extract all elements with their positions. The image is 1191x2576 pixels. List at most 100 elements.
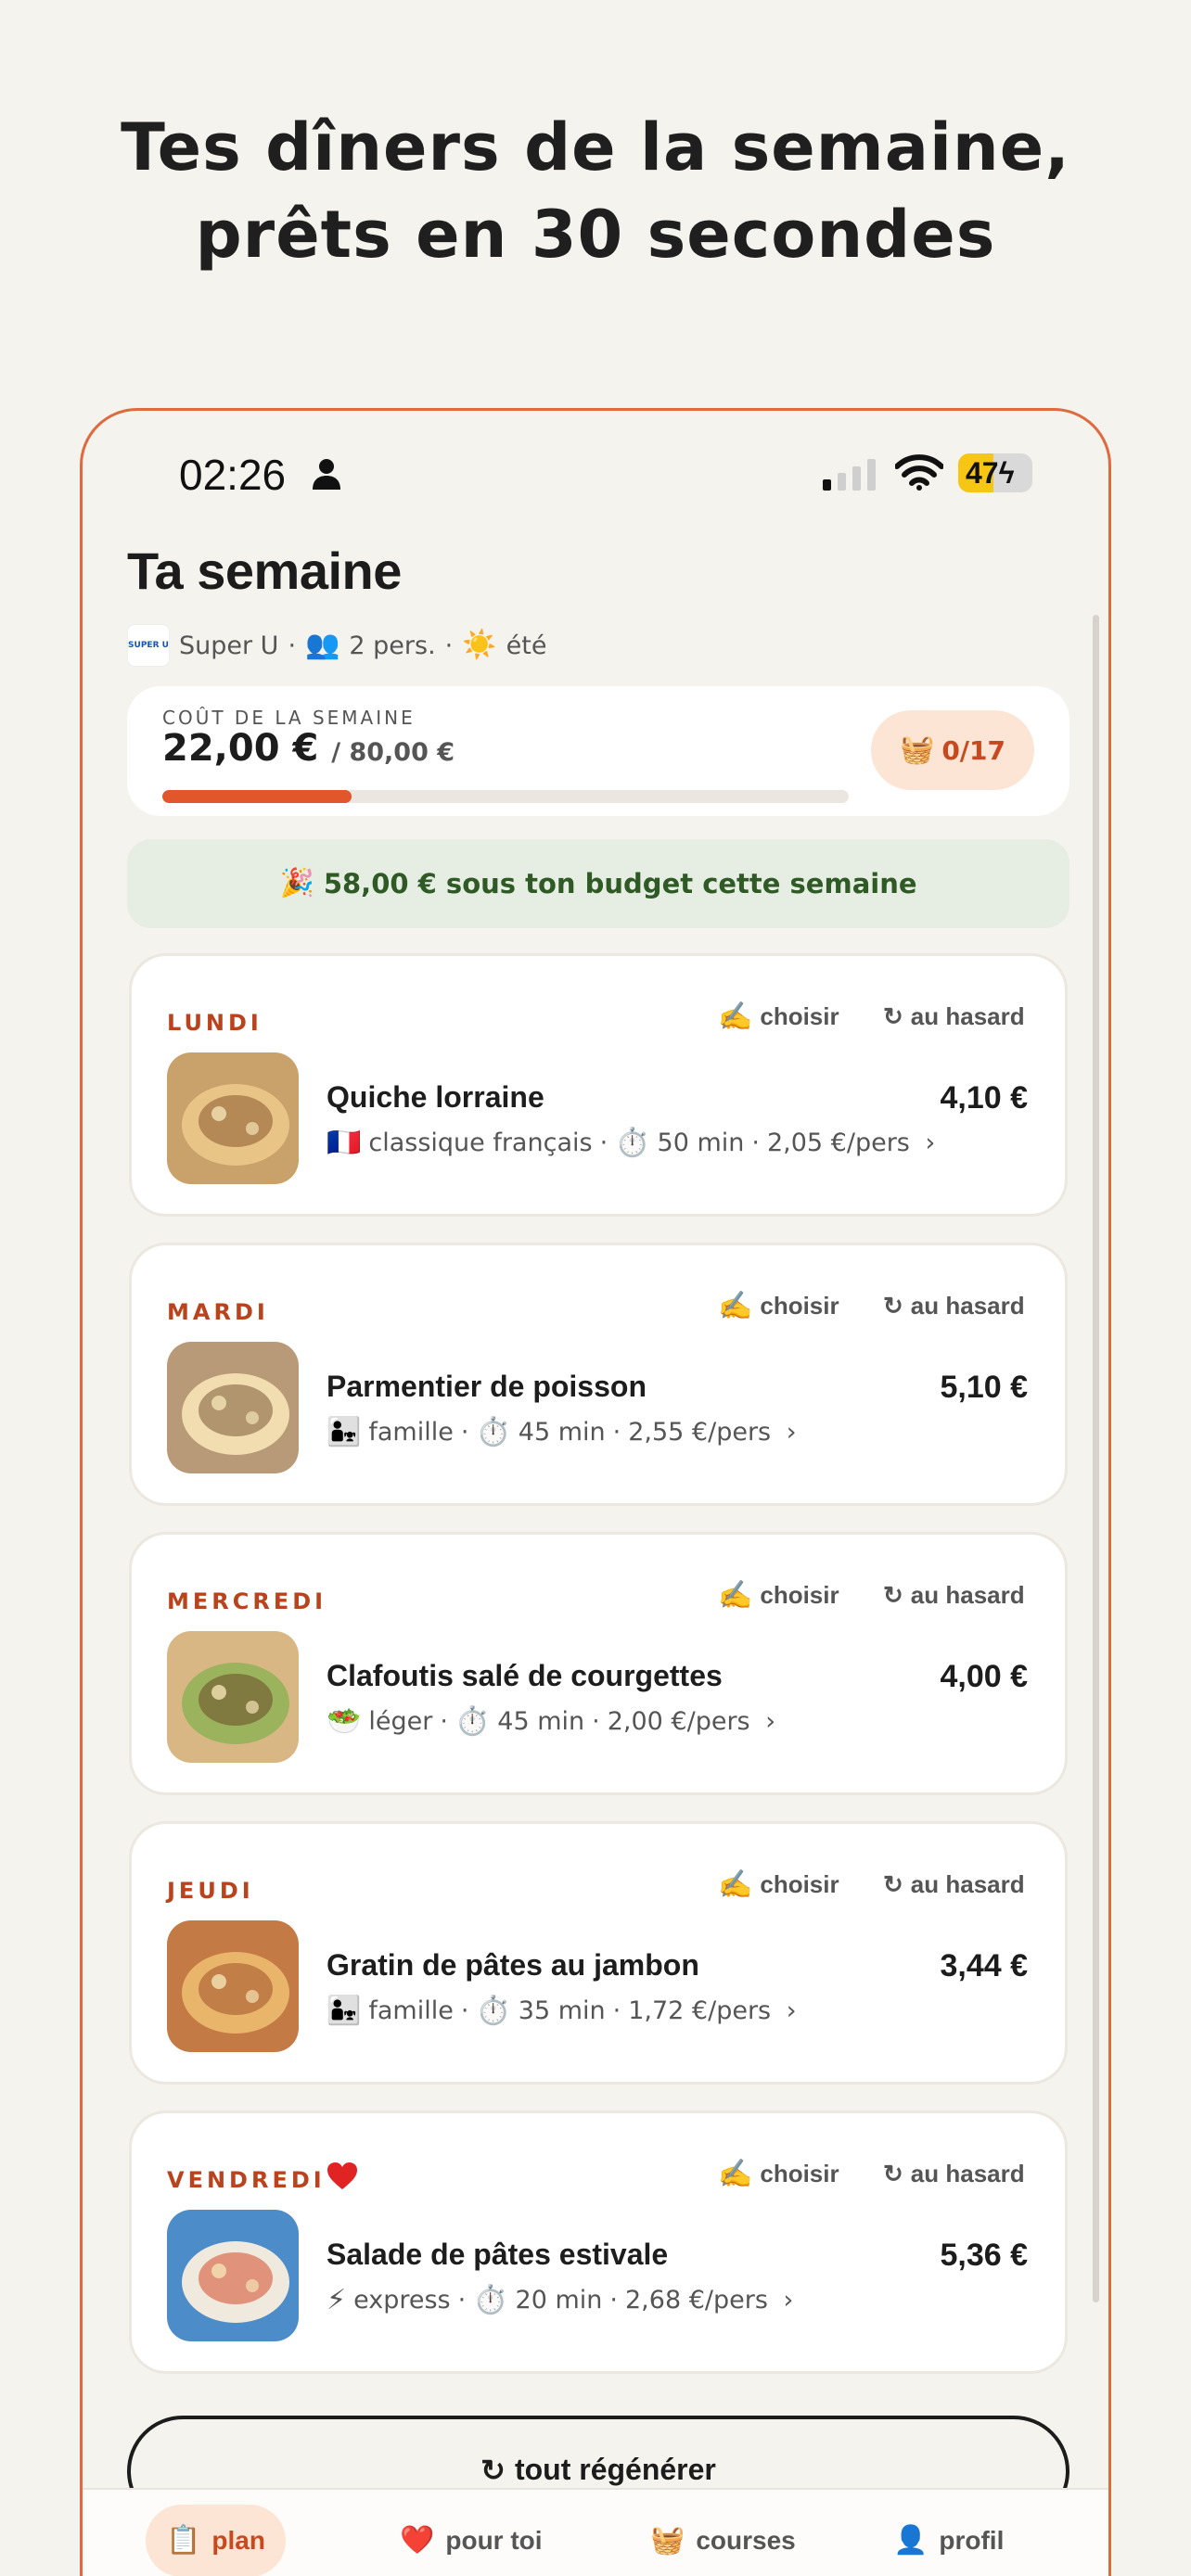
random-recipe-button[interactable]: ↻ au hasard <box>883 1870 1025 1899</box>
random-recipe-button[interactable]: ↻ au hasard <box>883 1292 1025 1320</box>
day-card-mercredi[interactable]: MERCREDI ✍️ choisir ↻ au hasard Clafouti <box>129 1532 1068 1795</box>
favorite-heart-icon <box>327 2162 357 2189</box>
recipe-photo[interactable] <box>167 1920 299 2052</box>
recipe-meta[interactable]: ⚡ express · ⏱️ 20 min · 2,68 €/pers › <box>327 2286 793 2315</box>
choose-recipe-button[interactable]: ✍️ choisir <box>718 2160 839 2188</box>
tab-courses[interactable]: 🧺 courses <box>630 2505 816 2576</box>
recipe-photo[interactable] <box>167 2210 299 2341</box>
choose-recipe-button[interactable]: ✍️ choisir <box>718 1002 839 1031</box>
recipe-name[interactable]: Quiche lorraine <box>327 1080 544 1115</box>
tab-profil[interactable]: 👤 profil <box>873 2505 1024 2576</box>
random-label: au hasard <box>910 1870 1025 1898</box>
day-card-lundi[interactable]: LUNDI ✍️ choisir ↻ au hasard Quiche lorr <box>129 953 1068 1217</box>
chevron-right-icon: › <box>916 1129 936 1157</box>
phone-frame: 02:26 47ϟ Ta semaine SUPER U Super U · 👥… <box>80 408 1111 2576</box>
person-icon <box>313 459 340 490</box>
day-card-jeudi[interactable]: JEUDI ✍️ choisir ↻ au hasard Gratin de p <box>129 1821 1068 2085</box>
recipe-photo[interactable] <box>167 1342 299 1473</box>
chevron-right-icon: › <box>757 1707 776 1736</box>
headline-line-2: prêts en 30 secondes <box>195 197 996 273</box>
recipe-per-person: 2,55 €/pers <box>628 1418 772 1447</box>
recipe-time: 45 min <box>497 1707 585 1736</box>
separator: · <box>444 631 454 660</box>
recipe-name[interactable]: Parmentier de poisson <box>327 1370 647 1404</box>
day-card-mardi[interactable]: MARDI ✍️ choisir ↻ au hasard Parmentier <box>129 1243 1068 1506</box>
recipe-tag: léger <box>368 1707 433 1736</box>
cost-label: COÛT DE LA SEMAINE <box>162 707 416 729</box>
timer-icon: ⏱️ <box>615 1126 650 1159</box>
choose-label: choisir <box>760 2160 839 2187</box>
tab-bar: 📋 plan ❤️ pour toi 🧺 courses 👤 profil <box>83 2488 1108 2576</box>
tab-label: courses <box>696 2526 796 2555</box>
cost-value: 22,00 € / 80,00 € <box>162 727 455 770</box>
user-icon: 👤 <box>893 2525 928 2556</box>
separator: · <box>460 1418 469 1447</box>
tab-pour-toi[interactable]: ❤️ pour toi <box>379 2505 563 2576</box>
recipe-price: 3,44 € <box>940 1948 1028 1983</box>
recipe-price: 4,10 € <box>940 1080 1028 1116</box>
family-icon: 👨‍👧 <box>327 1415 362 1448</box>
party-popper-icon: 🎉 <box>279 867 314 899</box>
chevron-right-icon: › <box>778 1418 797 1447</box>
tab-label: pour toi <box>445 2526 543 2555</box>
cellular-signal-icon <box>823 459 876 491</box>
recipe-name[interactable]: Gratin de pâtes au jambon <box>327 1948 699 1983</box>
refresh-icon: ↻ <box>883 1870 903 1898</box>
separator: · <box>288 631 297 660</box>
basket-button[interactable]: 🧺 0/17 <box>871 710 1034 790</box>
status-time: 02:26 <box>179 451 287 499</box>
recipe-time: 50 min <box>657 1129 745 1157</box>
day-name: MERCREDI <box>167 1588 327 1614</box>
recipe-tag: classique français <box>368 1129 593 1157</box>
random-label: au hasard <box>910 2160 1025 2187</box>
people-icon: 👥 <box>305 629 340 661</box>
clipboard-icon: 📋 <box>166 2525 201 2556</box>
writing-hand-icon: ✍️ <box>718 1001 753 1032</box>
scrollbar[interactable] <box>1093 615 1099 2302</box>
headline-line-1: Tes dîners de la semaine, <box>121 109 1070 185</box>
day-name: VENDREDI <box>167 2167 326 2193</box>
tab-plan[interactable]: 📋 plan <box>146 2505 286 2576</box>
battery-level: 47ϟ <box>966 456 1015 490</box>
page-title: Ta semaine <box>127 542 402 600</box>
day-name: LUNDI <box>167 1010 263 1036</box>
lightning-icon: ⚡ <box>327 2283 347 2316</box>
budget-progress-bar <box>162 790 849 803</box>
separator: · <box>751 1129 760 1157</box>
budget-progress-fill <box>162 790 352 803</box>
recipe-meta[interactable]: 👨‍👧 famille · ⏱️ 35 min · 1,72 €/pers › <box>327 1996 797 2025</box>
week-cost-card: COÛT DE LA SEMAINE 22,00 € / 80,00 € 🧺 0… <box>127 686 1069 816</box>
recipe-price: 5,36 € <box>940 2238 1028 2273</box>
separator: · <box>612 1418 621 1447</box>
sun-icon: ☀️ <box>462 629 497 661</box>
recipe-meta[interactable]: 👨‍👧 famille · ⏱️ 45 min · 2,55 €/pers › <box>327 1418 797 1447</box>
choose-recipe-button[interactable]: ✍️ choisir <box>718 1581 839 1610</box>
recipe-name[interactable]: Salade de pâtes estivale <box>327 2238 668 2272</box>
writing-hand-icon: ✍️ <box>718 2158 753 2189</box>
random-label: au hasard <box>910 1002 1025 1030</box>
season: été <box>506 631 547 660</box>
recipe-meta[interactable]: 🇫🇷 classique français · ⏱️ 50 min · 2,05… <box>327 1129 935 1157</box>
charging-icon: ϟ <box>998 456 1015 490</box>
recipe-photo[interactable] <box>167 1052 299 1184</box>
savings-banner: 🎉 58,00 € sous ton budget cette semaine <box>127 839 1069 928</box>
refresh-icon: ↻ <box>883 1292 903 1320</box>
writing-hand-icon: ✍️ <box>718 1290 753 1321</box>
random-recipe-button[interactable]: ↻ au hasard <box>883 2160 1025 2188</box>
tab-label: profil <box>939 2526 1005 2555</box>
random-recipe-button[interactable]: ↻ au hasard <box>883 1002 1025 1031</box>
separator: · <box>460 1996 469 2025</box>
tab-label: plan <box>211 2526 265 2555</box>
random-recipe-button[interactable]: ↻ au hasard <box>883 1581 1025 1610</box>
choose-recipe-button[interactable]: ✍️ choisir <box>718 1292 839 1320</box>
day-name: MARDI <box>167 1299 269 1325</box>
recipe-meta[interactable]: 🥗 léger · ⏱️ 45 min · 2,00 €/pers › <box>327 1707 775 1736</box>
family-icon: 👨‍👧 <box>327 1994 362 2027</box>
heart-icon: ❤️ <box>400 2525 435 2556</box>
recipe-tag: express <box>353 2286 451 2315</box>
recipe-per-person: 2,05 €/pers <box>766 1129 910 1157</box>
recipe-name[interactable]: Clafoutis salé de courgettes <box>327 1659 723 1693</box>
recipe-photo[interactable] <box>167 1631 299 1763</box>
choose-recipe-button[interactable]: ✍️ choisir <box>718 1870 839 1899</box>
day-card-vendredi[interactable]: VENDREDI ✍️ choisir ↻ au hasard Salade d <box>129 2111 1068 2374</box>
